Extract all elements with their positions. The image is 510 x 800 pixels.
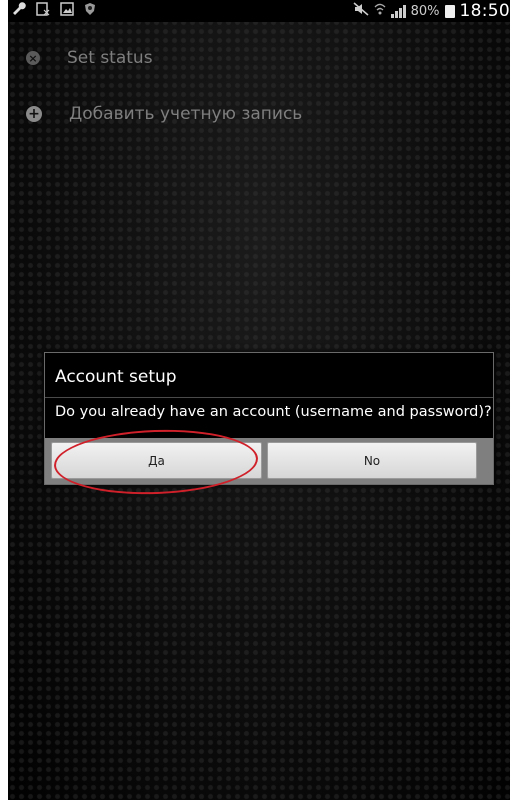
status-icons-right: 80% 18:50 xyxy=(353,0,510,22)
page-frame: 80% 18:50 × Set status + Добавить учетну… xyxy=(0,0,510,800)
phone-screen: 80% 18:50 × Set status + Добавить учетну… xyxy=(8,0,510,800)
image-icon xyxy=(60,0,74,22)
status-bar: 80% 18:50 xyxy=(8,0,510,22)
menu-item-label: Set status xyxy=(67,48,153,68)
no-button[interactable]: No xyxy=(267,442,477,479)
wifi-icon xyxy=(374,0,386,22)
mute-icon xyxy=(353,0,369,22)
menu-item-set-status[interactable]: × Set status xyxy=(26,48,153,68)
add-icon: + xyxy=(26,106,42,122)
battery-percent: 80% xyxy=(410,3,440,19)
clock: 18:50 xyxy=(459,1,510,21)
no-sim-icon xyxy=(36,0,50,22)
signal-icon xyxy=(390,4,406,18)
menu-item-label: Добавить учетную запись xyxy=(69,104,303,124)
status-icon: × xyxy=(26,51,40,65)
status-icons-left xyxy=(10,0,96,22)
wrench-icon xyxy=(10,0,26,22)
dialog-title: Account setup xyxy=(55,367,177,387)
shield-icon xyxy=(84,0,96,22)
dialog-message: Do you already have an account (username… xyxy=(55,404,492,420)
yes-button[interactable]: Да xyxy=(51,442,262,479)
battery-icon xyxy=(444,4,455,18)
account-setup-dialog: Account setup Do you already have an acc… xyxy=(44,352,494,485)
menu-item-add-account[interactable]: + Добавить учетную запись xyxy=(26,104,302,124)
dialog-divider xyxy=(45,397,493,398)
dialog-button-bar: Да No xyxy=(45,438,493,484)
